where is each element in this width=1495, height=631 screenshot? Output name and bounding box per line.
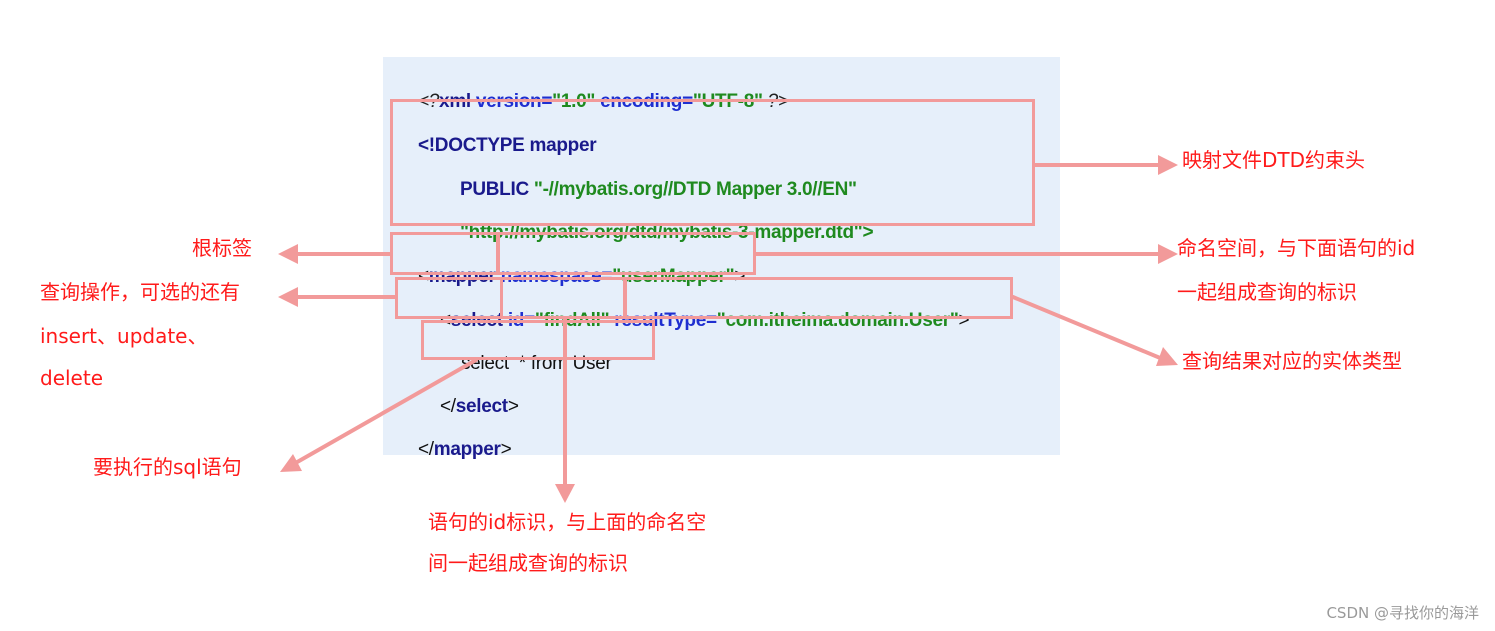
arrowhead-dtd [1158,155,1178,175]
annotation-result-type: 查询结果对应的实体类型 [1182,349,1402,373]
watermark: CSDN @寻找你的海洋 [1326,604,1479,622]
annotation-select-line2: insert、update、 [40,324,208,348]
annotation-id-line2: 间一起组成查询的标识 [428,551,628,575]
arrow-result [1011,295,1167,362]
annotation-id-line1: 语句的id标识，与上面的命名空 [428,510,707,534]
arrowhead-id [555,484,575,503]
arrow-sql [290,358,478,467]
annotation-sql: 要执行的sql语句 [93,455,242,479]
annotation-dtd-header: 映射文件DTD约束头 [1182,148,1366,172]
annotation-arrows [278,155,1178,503]
annotation-select-line1: 查询操作，可选的还有 [40,280,240,304]
arrowhead-select [278,287,298,307]
annotation-namespace-line1: 命名空间，与下面语句的id [1177,236,1416,260]
annotation-root-tag: 根标签 [192,236,252,260]
annotation-namespace-line2: 一起组成查询的标识 [1177,280,1357,304]
annotation-select-line3: delete [40,366,104,390]
arrowhead-namespace [1158,244,1178,264]
arrowhead-root [278,244,298,264]
